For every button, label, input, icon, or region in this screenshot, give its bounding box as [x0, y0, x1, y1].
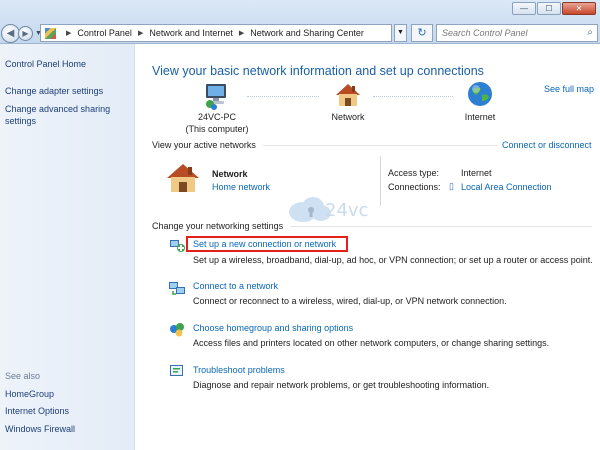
active-network-name: Network — [212, 169, 248, 179]
forward-button[interactable]: ▶ — [18, 26, 33, 41]
setup-new-connection-link[interactable]: Set up a new connection or network — [193, 239, 336, 249]
see-also-heading: See also — [5, 371, 41, 381]
network-house-icon — [336, 84, 360, 106]
change-settings-label: Change your networking settings — [152, 221, 284, 231]
connections-label: Connections: — [388, 182, 441, 192]
homegroup-icon — [170, 323, 184, 337]
home-network-link[interactable]: Home network — [212, 182, 270, 192]
address-bar[interactable]: ▶ Control Panel ▶ Network and Internet ▶… — [40, 24, 392, 42]
homegroup-sharing-link[interactable]: Choose homegroup and sharing options — [193, 323, 353, 333]
computer-name-label: 24VC-PC — [197, 112, 236, 122]
divider — [263, 145, 497, 146]
sidebar-item-internet-options[interactable]: Internet Options — [5, 405, 69, 417]
ethernet-icon: ▯ — [449, 181, 454, 191]
watermark-text: 24vc — [325, 200, 369, 221]
maximize-button[interactable]: ☐ — [537, 2, 561, 15]
troubleshoot-link[interactable]: Troubleshoot problems — [193, 365, 285, 375]
connect-to-network-link[interactable]: Connect to a network — [193, 281, 278, 291]
sidebar-item-control-panel-home[interactable]: Control Panel Home — [5, 58, 86, 70]
close-button[interactable]: ✕ — [562, 2, 596, 15]
local-area-connection-link[interactable]: Local Area Connection — [461, 182, 552, 192]
back-arrow-icon: ◀ — [6, 28, 15, 39]
breadcrumb-network-internet[interactable]: Network and Internet — [149, 28, 233, 38]
connect-to-network-desc: Connect or reconnect to a wireless, wire… — [193, 296, 507, 306]
page-title: View your basic network information and … — [152, 64, 484, 78]
internet-node-label: Internet — [464, 112, 496, 122]
title-address-bar: — ☐ ✕ ◀ ▶ ▼ ▶ Control Panel ▶ Network an… — [0, 0, 600, 44]
refresh-icon: ↻ — [417, 27, 427, 39]
chevron-down-icon: ▼ — [397, 29, 404, 36]
chevron-right-icon[interactable]: ▶ — [138, 29, 143, 37]
sidebar: Control Panel Home Change adapter settin… — [0, 44, 135, 450]
active-networks-label: View your active networks — [152, 140, 256, 150]
breadcrumb-control-panel[interactable]: Control Panel — [77, 28, 132, 38]
main-content: View your basic network information and … — [135, 44, 600, 450]
watermark: 24vc — [287, 194, 368, 226]
homegroup-sharing-desc: Access files and printers located on oth… — [193, 338, 550, 348]
minimize-button[interactable]: — — [512, 2, 536, 15]
setup-new-connection-desc: Set up a wireless, broadband, dial-up, a… — [193, 255, 593, 265]
connect-network-icon — [169, 282, 185, 295]
sidebar-item-change-advanced-sharing[interactable]: Change advanced sharing — [5, 103, 110, 115]
internet-globe-icon — [468, 82, 492, 106]
chevron-right-icon: ▶ — [66, 30, 72, 37]
address-dropdown-button[interactable]: ▼ — [394, 24, 407, 42]
new-connection-icon — [170, 240, 185, 252]
network-node-label: Network — [331, 112, 365, 122]
access-type-label: Access type: — [388, 168, 440, 178]
computer-icon — [206, 84, 226, 110]
see-full-map-link[interactable]: See full map — [544, 84, 594, 94]
sidebar-item-change-adapter-settings[interactable]: Change adapter settings — [5, 85, 103, 97]
divider — [380, 156, 381, 206]
computer-sub-label: (This computer) — [185, 124, 249, 134]
troubleshoot-desc: Diagnose and repair network problems, or… — [193, 380, 490, 390]
access-type-value: Internet — [461, 168, 492, 178]
connect-disconnect-link[interactable]: Connect or disconnect — [502, 140, 592, 150]
troubleshoot-icon — [170, 365, 183, 376]
chevron-right-icon[interactable]: ▶ — [239, 29, 244, 37]
home-network-icon — [167, 164, 199, 192]
refresh-button[interactable]: ↻ — [411, 24, 433, 42]
search-placeholder: Search Control Panel — [442, 28, 528, 38]
connection-line — [373, 96, 453, 97]
control-panel-icon — [45, 27, 56, 39]
search-icon[interactable]: ⌕ — [587, 27, 593, 38]
window-controls: — ☐ ✕ — [512, 2, 596, 15]
sidebar-item-windows-firewall[interactable]: Windows Firewall — [5, 423, 75, 435]
sidebar-item-homegroup[interactable]: HomeGroup — [5, 388, 54, 400]
connection-line — [247, 96, 319, 97]
breadcrumb-network-sharing-center[interactable]: Network and Sharing Center — [250, 28, 364, 38]
search-input[interactable]: Search Control Panel ⌕ — [436, 24, 598, 42]
divider — [290, 226, 592, 227]
sidebar-item-change-advanced-sharing-cont[interactable]: settings — [5, 115, 36, 127]
forward-arrow-icon: ▶ — [22, 29, 29, 38]
